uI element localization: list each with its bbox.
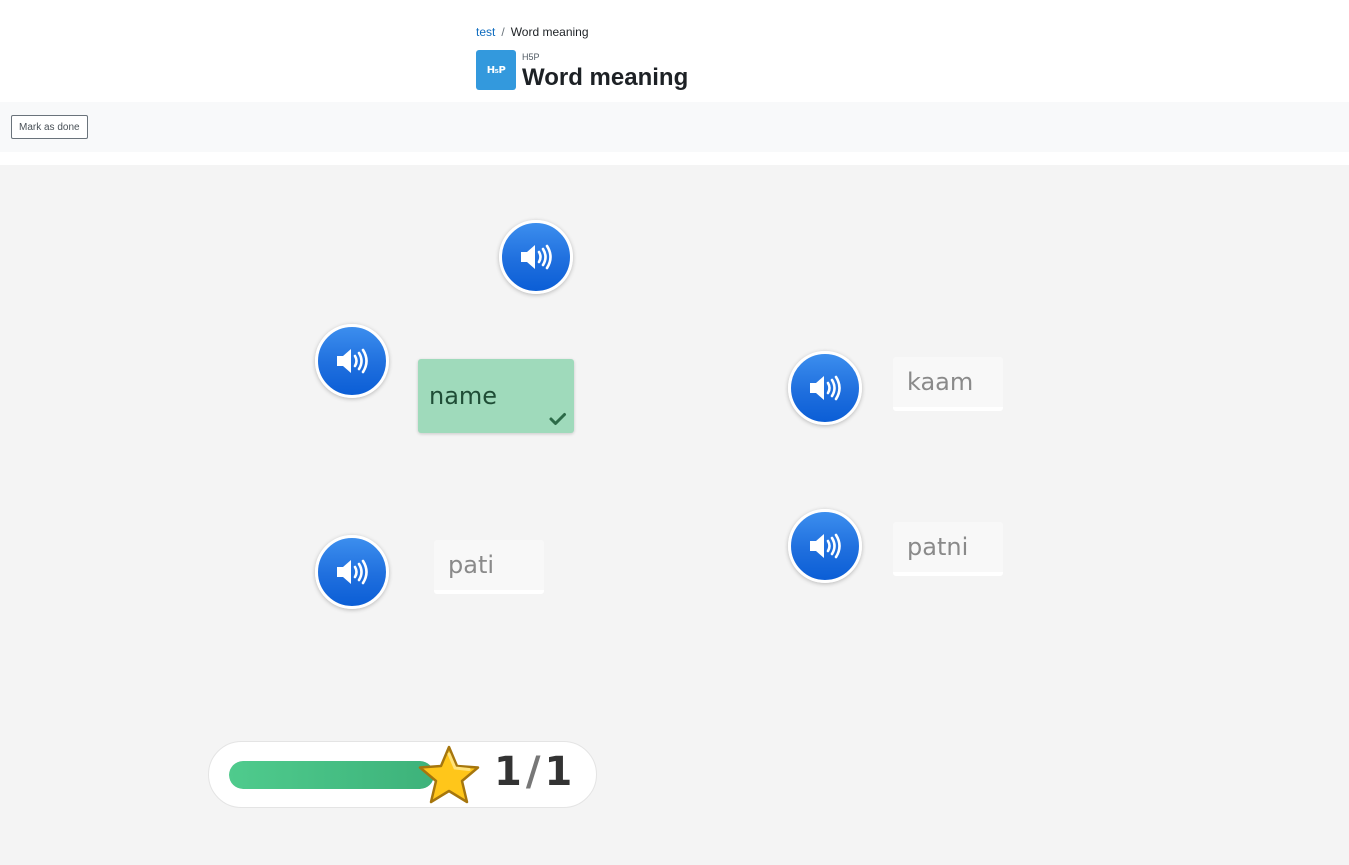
draggable-word[interactable]: pati (434, 540, 544, 594)
score-progress-bar: 1 / 1 (208, 741, 597, 808)
audio-button-2[interactable] (788, 351, 862, 425)
activity-action-bar (0, 102, 1349, 152)
breadcrumb-link-course[interactable]: test (476, 25, 495, 39)
page-header: test / Word meaning H₅P H5P Word meaning (0, 0, 1349, 102)
speaker-icon (337, 348, 368, 374)
breadcrumb: test / Word meaning (476, 25, 589, 39)
word-label: pati (448, 551, 495, 579)
score-value: 1 (494, 749, 522, 795)
draggable-word[interactable]: kaam (893, 357, 1003, 411)
score-separator: / (525, 749, 541, 795)
audio-button-1[interactable] (315, 324, 389, 398)
speaker-icon (810, 533, 841, 559)
word-label: kaam (907, 368, 974, 396)
mark-as-done-button[interactable]: Mark as done (11, 115, 88, 139)
h5p-activity-icon: H₅P (476, 50, 516, 90)
score-total: 1 (544, 749, 573, 795)
game-area (0, 165, 1349, 865)
breadcrumb-current: Word meaning (510, 25, 589, 39)
progress-fill (229, 761, 434, 789)
word-label: name (429, 382, 498, 410)
checkmark-icon (549, 413, 566, 425)
score-text: 1 / 1 (494, 749, 572, 795)
breadcrumb-separator: / (501, 25, 505, 39)
page-title: Word meaning (522, 64, 689, 91)
audio-button-3[interactable] (315, 535, 389, 609)
audio-button-4[interactable] (788, 509, 862, 583)
star-icon (418, 745, 480, 804)
speaker-icon (521, 244, 552, 270)
word-label: patni (907, 533, 969, 561)
audio-button-unmatched[interactable] (499, 220, 573, 294)
activity-type-label: H5P (522, 52, 540, 62)
progress-track (229, 761, 434, 789)
word-card-correct[interactable]: name (418, 359, 574, 433)
speaker-icon (337, 559, 368, 585)
draggable-word[interactable]: patni (893, 522, 1003, 576)
speaker-icon (810, 375, 841, 401)
